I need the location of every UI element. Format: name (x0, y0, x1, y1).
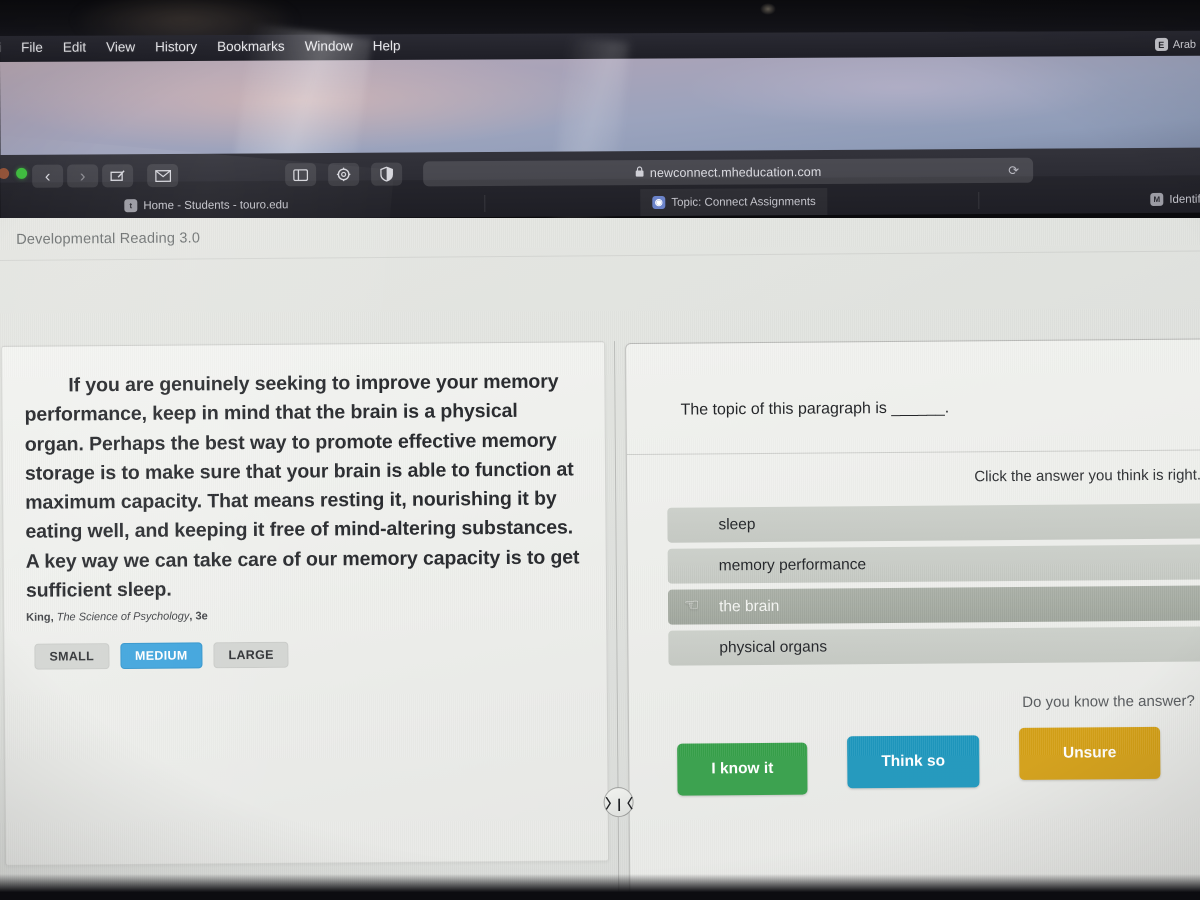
reload-button[interactable]: ⟳ (1008, 163, 1019, 179)
touro-favicon-icon: t (124, 199, 138, 213)
question-card: The topic of this paragraph is ______. C… (625, 338, 1200, 900)
tab-connect-assignments[interactable]: ◉ Topic: Connect Assignments (640, 187, 828, 217)
answer-option-label: the brain (719, 597, 780, 615)
tab-identify[interactable]: M Identify (1138, 186, 1200, 213)
menu-item-history[interactable]: History (155, 39, 197, 54)
sidebar-toggle-button[interactable] (285, 163, 317, 187)
tab-label: Identify (1169, 193, 1200, 206)
tab-divider (484, 195, 486, 213)
menu-bar-status-area: E Arab (1154, 37, 1197, 51)
photo-bottom-shadow (0, 874, 1200, 900)
input-source-label: Arab (1172, 38, 1197, 51)
confidence-prompt: Do you know the answer? (1022, 692, 1195, 711)
confidence-buttons-row: I know it Think so Unsure (677, 726, 1161, 796)
laptop-screen-photo: ri File Edit View History Bookmarks Wind… (0, 0, 1200, 900)
text-size-small-button[interactable]: SMALL (34, 643, 110, 670)
tab-touro-home[interactable]: t Home - Students - touro.edu (112, 191, 300, 219)
address-bar[interactable]: newconnect.mheducation.com ⟳ (423, 157, 1034, 187)
text-size-medium-button[interactable]: MEDIUM (119, 642, 203, 670)
browser-chrome: ‹ › newconnect.mheducation.com ⟳ t Home … (0, 147, 1200, 220)
question-stem: The topic of this paragraph is ______. (680, 399, 950, 419)
question-instruction: Click the answer you think is right. (974, 466, 1200, 486)
lock-icon (635, 165, 644, 180)
i-know-it-button[interactable]: I know it (677, 742, 808, 796)
envelope-icon (154, 169, 171, 182)
reading-passage-card: If you are genuinely seeking to improve … (1, 341, 610, 866)
page-title: Developmental Reading 3.0 (16, 230, 201, 248)
tab-label: Home - Students - touro.edu (143, 198, 289, 212)
mail-button[interactable] (147, 163, 179, 188)
answer-options-list: sleep memory performance ☜ the brain phy… (667, 503, 1200, 672)
mheducation-favicon-icon: M (1150, 192, 1164, 206)
passage-citation: King, The Science of Psychology, 3e (26, 610, 208, 623)
question-divider (626, 449, 1200, 456)
back-button[interactable]: ‹ (32, 164, 64, 188)
answer-option-label: physical organs (719, 637, 828, 656)
answer-option-memory-performance[interactable]: memory performance (667, 544, 1200, 584)
citation-edition: , 3e (189, 610, 208, 623)
settings-button[interactable] (328, 162, 360, 186)
answer-option-label: sleep (718, 515, 756, 533)
unsure-button[interactable]: Unsure (1018, 726, 1161, 780)
menu-item-file[interactable]: File (21, 40, 43, 55)
shield-icon (380, 166, 393, 182)
web-page-viewport: Developmental Reading 3.0 If you are gen… (0, 218, 1200, 900)
answer-option-physical-organs[interactable]: physical organs (668, 626, 1200, 666)
menu-item-edit[interactable]: Edit (63, 40, 86, 55)
citation-author: King, (26, 611, 57, 624)
menu-item-help[interactable]: Help (373, 38, 401, 53)
passage-text: If you are genuinely seeking to improve … (24, 370, 580, 602)
gear-icon (336, 167, 351, 182)
text-size-controls: SMALL MEDIUM LARGE (34, 641, 289, 670)
tab-divider (978, 192, 980, 210)
input-source-icon[interactable]: E (1154, 37, 1168, 51)
zoom-window-button[interactable] (16, 167, 28, 179)
panel-collapse-button[interactable]: 〉|〈 (603, 786, 634, 818)
citation-title: The Science of Psychology (56, 610, 190, 624)
address-bar-url: newconnect.mheducation.com (649, 164, 822, 180)
chevron-left-icon: ‹ (44, 166, 51, 186)
tab-label: Topic: Connect Assignments (671, 195, 816, 209)
compose-icon (110, 170, 125, 181)
close-window-button[interactable] (0, 167, 10, 180)
menu-item-view[interactable]: View (106, 39, 135, 54)
think-so-button[interactable]: Think so (847, 735, 980, 789)
answer-option-the-brain[interactable]: ☜ the brain (667, 585, 1200, 625)
page-title-divider (0, 250, 1200, 261)
privacy-shield-button[interactable] (371, 162, 403, 186)
desktop-wallpaper (0, 23, 1200, 222)
sidebar-icon (293, 168, 309, 181)
menu-item-app[interactable]: ri (0, 40, 1, 55)
text-size-large-button[interactable]: LARGE (213, 641, 289, 669)
chevron-right-icon: › (79, 165, 86, 186)
compose-button[interactable] (102, 164, 134, 188)
bezel-glint (760, 3, 776, 15)
answer-option-sleep[interactable]: sleep (667, 503, 1200, 543)
globe-favicon-icon: ◉ (652, 195, 666, 210)
window-traffic-lights (0, 167, 28, 180)
answer-option-label: memory performance (718, 555, 867, 574)
forward-button[interactable]: › (67, 164, 99, 188)
pointer-hand-cursor-icon: ☜ (683, 595, 700, 615)
